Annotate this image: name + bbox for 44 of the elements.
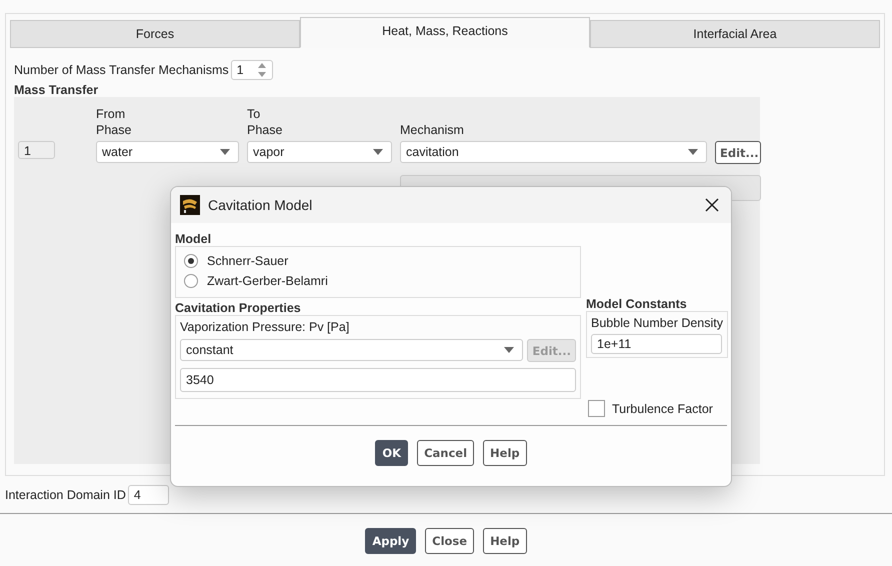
dialog-title: Cavitation Model bbox=[208, 197, 314, 213]
column-header: Mechanism bbox=[400, 122, 465, 139]
field-label: Bubble Number Density bbox=[591, 316, 723, 330]
input-field[interactable]: 4 bbox=[128, 485, 169, 505]
tab[interactable]: Forces bbox=[10, 20, 300, 48]
tab[interactable]: Heat, Mass, Reactions bbox=[300, 17, 590, 48]
dropdown[interactable]: vapor bbox=[247, 141, 392, 163]
field-label: Vaporization Pressure: Pv [Pa] bbox=[180, 320, 350, 334]
button[interactable]: Cancel bbox=[417, 440, 474, 466]
spin-field[interactable]: 1 bbox=[230, 60, 273, 80]
input-field[interactable]: 1e+11 bbox=[591, 334, 722, 354]
row-index: 1 bbox=[18, 141, 55, 159]
radio-label[interactable]: Schnerr-Sauer bbox=[207, 254, 288, 268]
button[interactable]: Close bbox=[425, 528, 474, 554]
section-title: Cavitation Properties bbox=[175, 301, 302, 315]
spinner-arrows-icon[interactable] bbox=[256, 62, 267, 78]
button[interactable]: Help bbox=[483, 440, 527, 466]
button[interactable]: Apply bbox=[365, 528, 416, 554]
field-label: Number of Mass Transfer Mechanisms bbox=[14, 63, 229, 77]
caret-icon bbox=[688, 149, 698, 155]
field-label: Interaction Domain ID bbox=[5, 488, 126, 502]
caret-icon bbox=[373, 149, 383, 155]
radio-label[interactable]: Zwart-Gerber-Belamri bbox=[207, 274, 328, 288]
app-logo-icon bbox=[180, 195, 200, 215]
radio-button[interactable] bbox=[184, 254, 198, 268]
column-header: From Phase bbox=[96, 106, 132, 139]
input-field[interactable]: 3540 bbox=[180, 368, 576, 392]
section-title: Mass Transfer bbox=[14, 83, 100, 97]
tab[interactable]: Interfacial Area bbox=[590, 20, 880, 48]
dropdown[interactable]: constant bbox=[180, 339, 524, 361]
column-header: To Phase bbox=[247, 106, 284, 139]
checkbox-label[interactable]: Turbulence Factor bbox=[612, 402, 713, 416]
caret-icon bbox=[220, 149, 230, 155]
close-icon[interactable] bbox=[705, 198, 719, 212]
dropdown[interactable]: cavitation bbox=[400, 141, 707, 163]
dropdown[interactable]: water bbox=[96, 141, 239, 163]
edit-button[interactable]: Edit... bbox=[715, 141, 761, 164]
radio-button[interactable] bbox=[184, 274, 198, 288]
button[interactable]: Help bbox=[483, 528, 527, 554]
caret-icon bbox=[504, 347, 514, 353]
section-title: Model Constants bbox=[586, 297, 688, 311]
section-title: Model bbox=[175, 232, 212, 246]
checkbox[interactable] bbox=[588, 400, 605, 417]
button[interactable]: OK bbox=[375, 440, 408, 466]
